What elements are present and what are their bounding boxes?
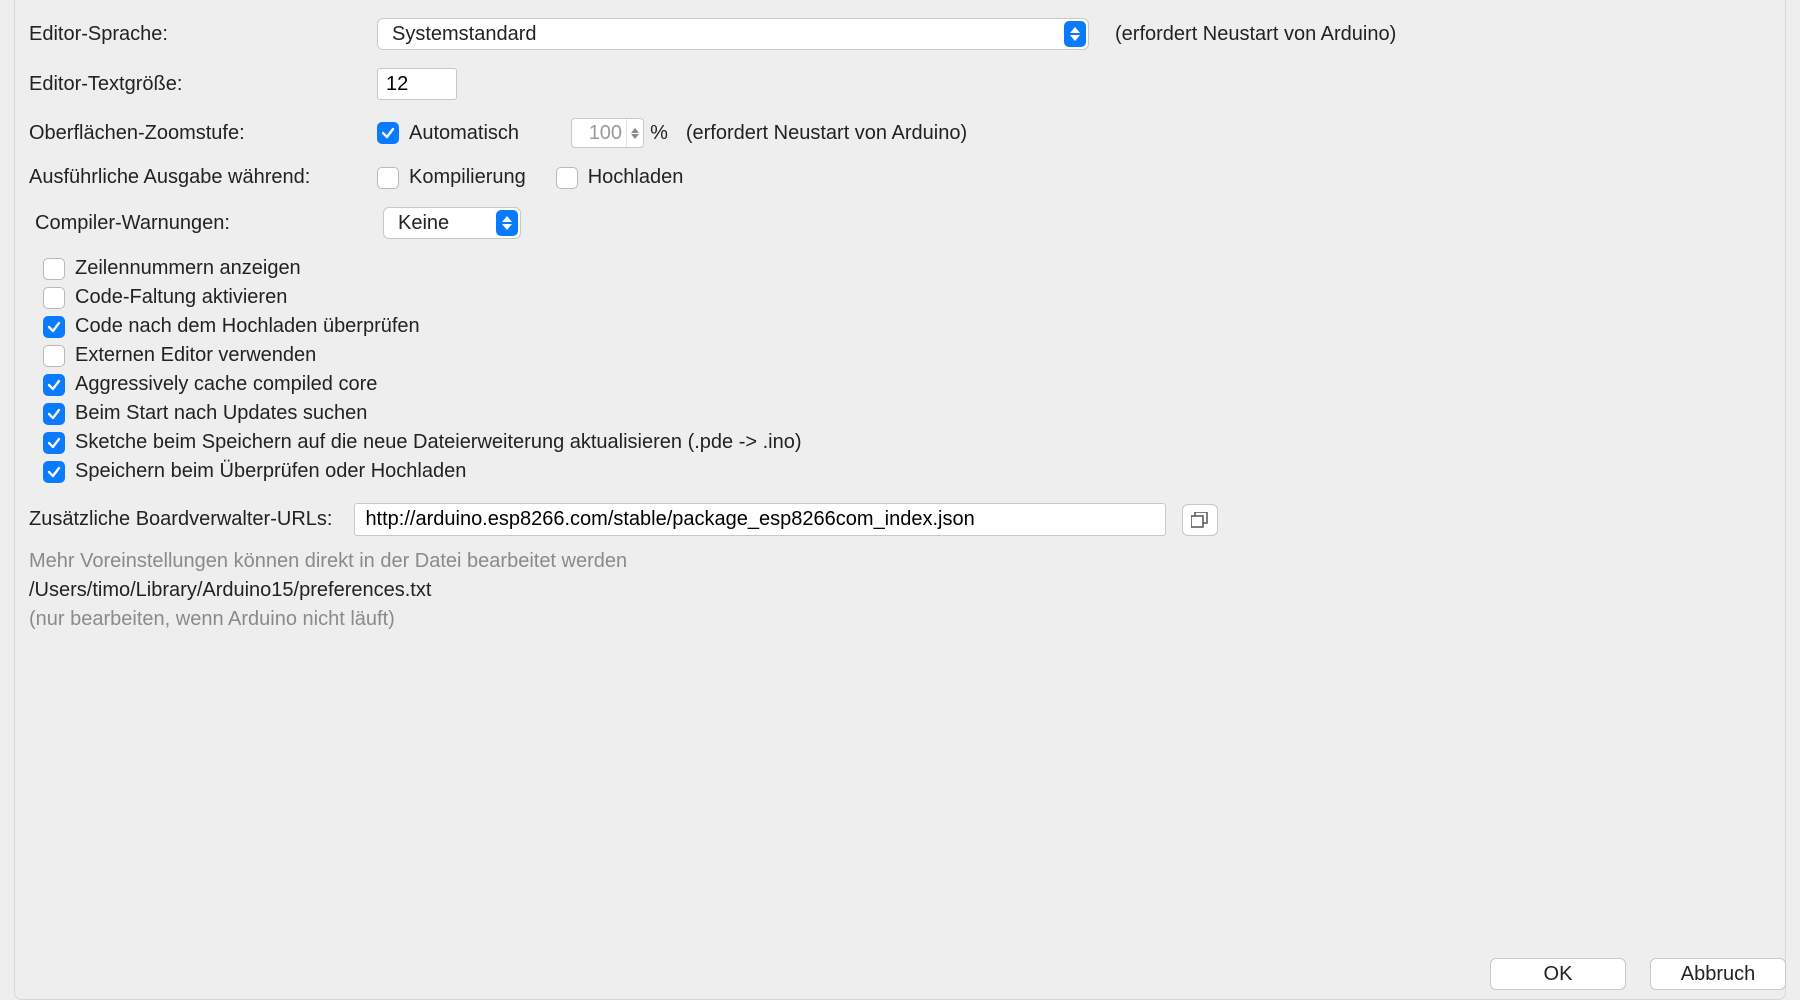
zoom-spinner[interactable] — [571, 118, 644, 148]
option-row: Code-Faltung aktivieren — [43, 286, 1771, 309]
footnote-line2: (nur bearbeiten, wenn Arduino nicht läuf… — [29, 608, 1771, 631]
compile-checkbox[interactable] — [377, 167, 399, 189]
option-label: Code nach dem Hochladen überprüfen — [75, 315, 420, 338]
option-label: Code-Faltung aktivieren — [75, 286, 287, 309]
option-row: Zeilennummern anzeigen — [43, 257, 1771, 280]
updown-icon — [496, 210, 518, 236]
boardurls-input[interactable] — [354, 503, 1166, 536]
compile-label: Kompilierung — [409, 166, 526, 189]
option-label: Externen Editor verwenden — [75, 344, 316, 367]
preferences-panel: Editor-Sprache: Systemstandard (erforder… — [14, 0, 1786, 1000]
option-checkbox[interactable] — [43, 345, 65, 367]
zoom-restart-note: (erfordert Neustart von Arduino) — [686, 122, 967, 145]
auto-zoom-label: Automatisch — [409, 122, 519, 145]
footnote-line1: Mehr Voreinstellungen können direkt in d… — [29, 550, 1771, 573]
compiler-warn-select[interactable]: Keine — [383, 207, 521, 239]
editor-textsize-label: Editor-Textgröße: — [29, 73, 377, 96]
option-row: Aggressively cache compiled core — [43, 373, 1771, 396]
editor-textsize-input[interactable] — [377, 68, 457, 100]
editor-language-label: Editor-Sprache: — [29, 23, 377, 46]
option-checkbox[interactable] — [43, 316, 65, 338]
editor-language-select[interactable]: Systemstandard — [377, 18, 1089, 50]
option-checkbox[interactable] — [43, 374, 65, 396]
option-label: Beim Start nach Updates suchen — [75, 402, 367, 425]
cancel-button[interactable]: Abbruch — [1650, 958, 1786, 990]
option-label: Speichern beim Überprüfen oder Hochladen — [75, 460, 466, 483]
option-label: Zeilennummern anzeigen — [75, 257, 301, 280]
footnote: Mehr Voreinstellungen können direkt in d… — [29, 550, 1771, 631]
option-checkbox[interactable] — [43, 461, 65, 483]
boardurls-label: Zusätzliche Boardverwalter-URLs: — [29, 508, 332, 531]
option-label: Aggressively cache compiled core — [75, 373, 377, 396]
restart-note: (erfordert Neustart von Arduino) — [1115, 23, 1396, 46]
ok-button[interactable]: OK — [1490, 958, 1626, 990]
compiler-warn-label: Compiler-Warnungen: — [29, 212, 383, 235]
boardurls-expand-button[interactable] — [1182, 504, 1218, 536]
upload-checkbox[interactable] — [556, 167, 578, 189]
spinner-updown-icon — [626, 119, 643, 147]
option-checkbox[interactable] — [43, 432, 65, 454]
option-label: Sketche beim Speichern auf die neue Date… — [75, 431, 802, 454]
zoom-label: Oberflächen-Zoomstufe: — [29, 122, 377, 145]
option-checkbox[interactable] — [43, 287, 65, 309]
option-checkbox[interactable] — [43, 258, 65, 280]
zoom-value[interactable] — [572, 122, 626, 145]
preferences-path[interactable]: /Users/timo/Library/Arduino15/preference… — [29, 579, 1771, 602]
option-row: Externen Editor verwenden — [43, 344, 1771, 367]
window-icon — [1191, 512, 1209, 528]
verbose-label: Ausführliche Ausgabe während: — [29, 166, 377, 189]
option-checkbox[interactable] — [43, 403, 65, 425]
compiler-warn-value: Keine — [384, 208, 494, 238]
updown-icon — [1064, 21, 1086, 47]
option-row: Beim Start nach Updates suchen — [43, 402, 1771, 425]
auto-zoom-checkbox[interactable] — [377, 122, 399, 144]
editor-language-value: Systemstandard — [378, 19, 1062, 49]
upload-label: Hochladen — [588, 166, 684, 189]
percent-label: % — [650, 122, 668, 145]
option-row: Sketche beim Speichern auf die neue Date… — [43, 431, 1771, 454]
option-row: Speichern beim Überprüfen oder Hochladen — [43, 460, 1771, 483]
options-list: Zeilennummern anzeigen Code-Faltung aktiv… — [29, 257, 1771, 483]
option-row: Code nach dem Hochladen überprüfen — [43, 315, 1771, 338]
